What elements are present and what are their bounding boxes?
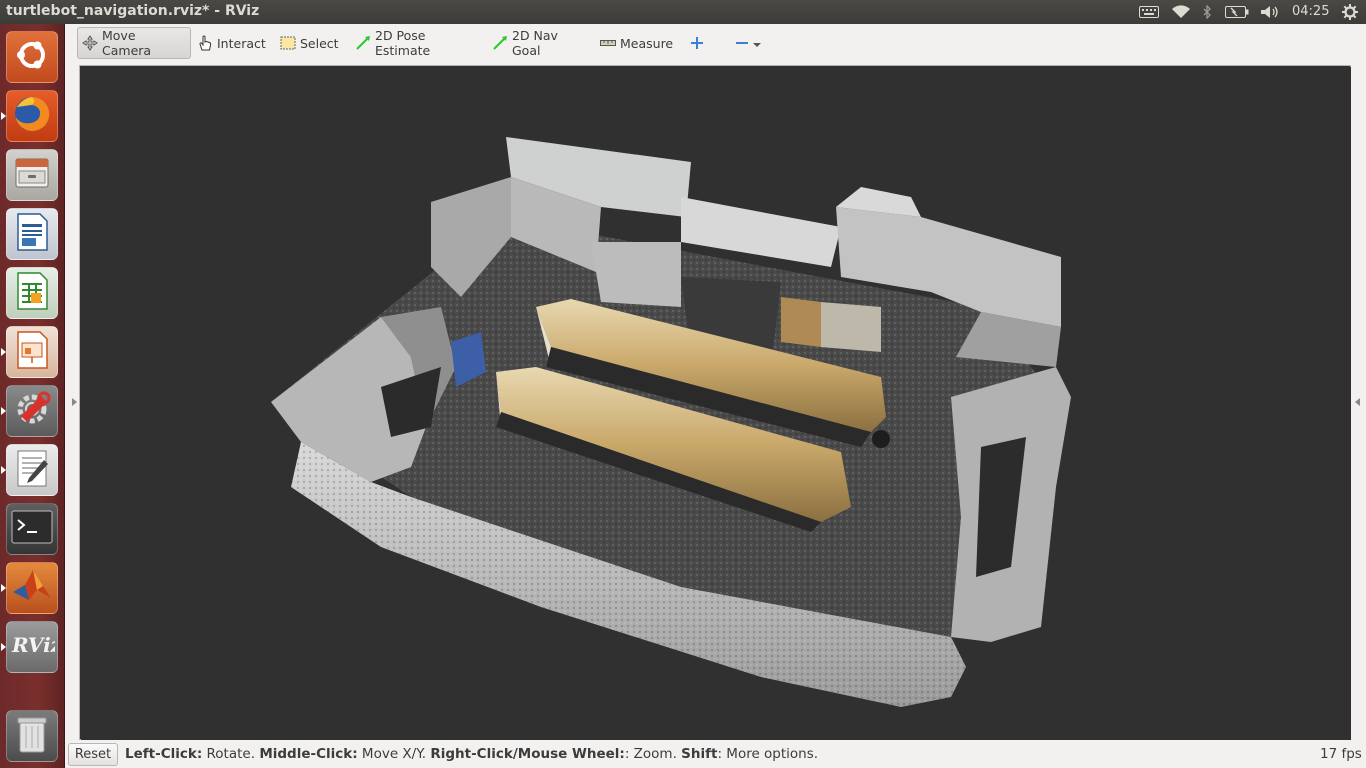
settings-wrench-icon [11,388,53,434]
launcher-item-system-settings[interactable] [6,385,58,437]
2d-nav-goal-label: 2D Nav Goal [512,28,558,58]
interact-label: Interact [217,35,266,51]
ruler-icon [600,35,616,51]
move-camera-label: Move Camera [102,28,152,58]
measure-tool[interactable]: Measure [596,27,676,59]
launcher-item-ubuntu-dash[interactable] [6,31,58,83]
clock[interactable]: 04:25 [1292,4,1329,19]
hint-text: : More options. [717,746,819,762]
status-hint: Left-Click: Rotate. Middle-Click: Move X… [125,746,818,762]
interact-tool[interactable]: Interact [193,27,266,59]
launcher-item-libreoffice-calc[interactable] [6,267,58,319]
hand-pointer-icon [197,35,213,51]
fps-counter: 17 fps [1320,746,1362,762]
ubuntu-logo-icon [13,36,51,78]
calc-icon [14,271,50,315]
3d-viewport[interactable] [81,67,1351,740]
trash-icon [15,714,49,758]
2d-pose-estimate-tool[interactable]: 2D Pose Estimate [351,27,477,59]
select-label: Select [300,35,339,51]
plus-icon [691,35,703,51]
launcher-item-libreoffice-impress[interactable] [6,326,58,378]
add-tool-button[interactable] [687,27,707,59]
terminal-icon [11,510,53,548]
toolbar: Move Camera Interact Select 2D Pose Esti… [65,24,1366,64]
svg-text:RViz: RViz [11,633,55,657]
launcher-item-libreoffice-writer[interactable] [6,208,58,260]
hint-text: Rotate. [202,746,260,762]
hint-key: Left-Click: [125,746,203,762]
battery-icon[interactable] [1224,4,1250,20]
matlab-icon [11,566,53,610]
bluetooth-icon[interactable] [1200,4,1214,20]
remove-tool-button[interactable] [731,27,765,59]
firefox-icon [11,93,53,139]
hint-key: Shift [681,746,718,762]
top-panel: turtlebot_navigation.rviz* - RViz 04:25 [0,0,1366,24]
point-cloud [271,137,1071,707]
green-arrow-icon [355,35,371,51]
move-camera-tool[interactable]: Move Camera [77,27,191,59]
volume-icon[interactable] [1259,4,1281,20]
launcher-item-text-editor[interactable] [6,444,58,496]
expand-left-dock-icon[interactable] [72,398,77,406]
impress-icon [14,330,50,374]
launcher-item-rviz[interactable]: RViz [6,621,58,673]
file-cabinet-icon [13,154,51,196]
gear-icon[interactable] [1340,4,1360,20]
reset-button[interactable]: Reset [68,743,118,766]
status-bar: Reset Left-Click: Rotate. Middle-Click: … [65,740,1366,768]
launcher-item-matlab[interactable] [6,562,58,614]
hint-text: Move X/Y. [357,746,431,762]
expand-right-dock-icon[interactable] [1355,398,1360,406]
window-title: turtlebot_navigation.rviz* - RViz [6,3,260,19]
measure-label: Measure [620,35,674,51]
render-panel[interactable] [79,65,1351,740]
select-tool[interactable]: Select [276,27,339,59]
minus-icon [735,35,749,51]
launcher: RViz [0,24,65,768]
launcher-item-trash[interactable] [6,710,58,762]
hint-text: : Zoom. [624,746,682,762]
green-arrow-icon [492,35,508,51]
wifi-icon[interactable] [1170,4,1192,20]
keyboard-icon[interactable] [1138,4,1160,20]
chevron-down-icon [753,36,761,51]
rviz-icon: RViz [9,630,57,664]
2d-pose-estimate-label: 2D Pose Estimate [375,28,431,58]
2d-nav-goal-tool[interactable]: 2D Nav Goal [488,27,584,59]
hint-key: Middle-Click: [259,746,358,762]
move-camera-icon [82,35,98,51]
launcher-item-files[interactable] [6,149,58,201]
hint-key: Right-Click/Mouse Wheel: [430,746,625,762]
writer-icon [14,212,50,256]
launcher-item-terminal[interactable] [6,503,58,555]
rviz-window: Move Camera Interact Select 2D Pose Esti… [65,24,1366,768]
select-rect-icon [280,35,296,51]
launcher-item-firefox[interactable] [6,90,58,142]
text-editor-icon [14,448,50,492]
